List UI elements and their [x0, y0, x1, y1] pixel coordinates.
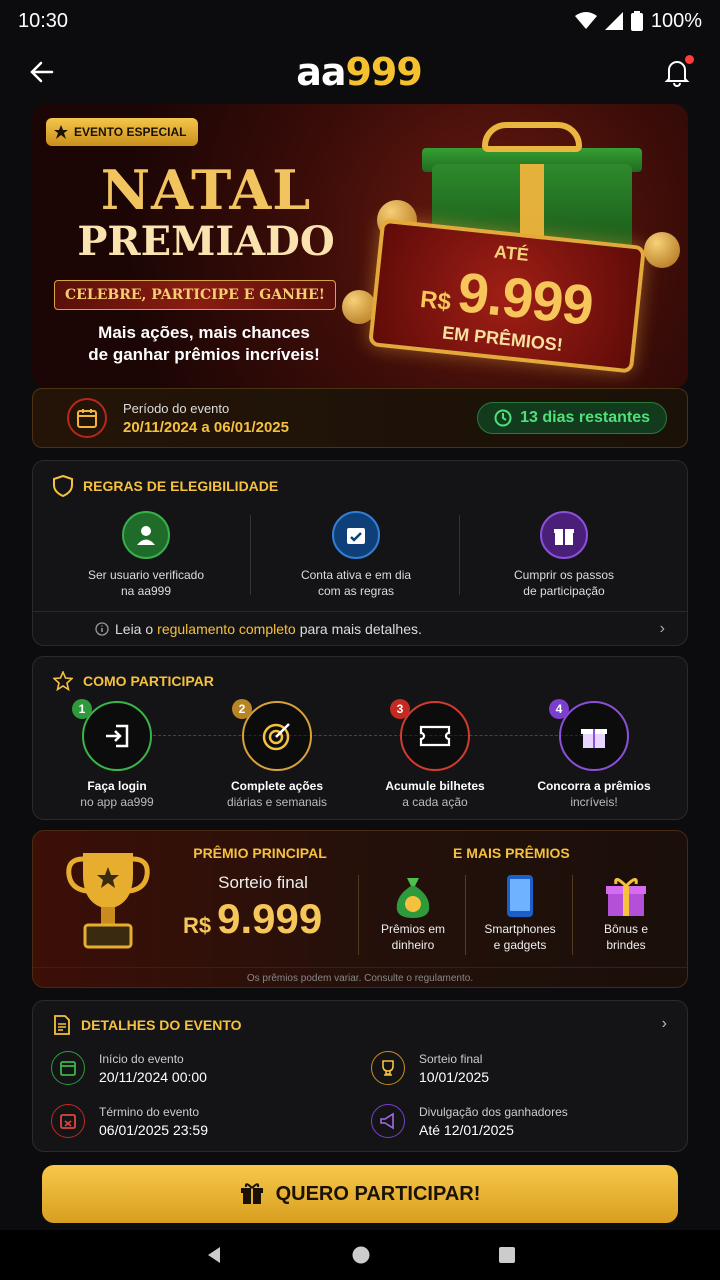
event-details-card[interactable]: DETALHES DO EVENTO › Início do evento 20/…: [32, 1000, 688, 1152]
divider: [572, 875, 573, 955]
calendar-icon: [51, 1051, 85, 1085]
main-prize-title: PRÊMIO PRINCIPAL: [193, 845, 327, 861]
how-to-participate-card: COMO PARTICIPAR 1 Faça login no app aa99…: [32, 656, 688, 820]
special-event-badge: EVENTO ESPECIAL: [46, 118, 199, 146]
trophy-icon: [66, 853, 150, 949]
eligibility-rules-card: REGRAS DE ELEGIBILIDADE Ser usuario veri…: [32, 460, 688, 646]
target-icon: [262, 723, 290, 751]
status-time: 10:30: [18, 9, 69, 32]
prize-note: Os prêmios podem variar. Consulte o regu…: [33, 967, 687, 984]
hero-subtitle: Mais ações, mais chances de ganhar prêmi…: [88, 323, 320, 364]
detail-end: Término do evento 06/01/2025 23:59: [51, 1104, 208, 1138]
ornament-icon: [644, 232, 680, 268]
nav-recents-icon[interactable]: [498, 1246, 516, 1264]
step-login: 1 Faça login no app aa999: [37, 699, 197, 809]
rule-active-account: Conta ativa e em dia com as regras: [251, 511, 461, 599]
app-logo: aa999: [296, 50, 423, 94]
star-icon: [54, 125, 68, 139]
rules-title: REGRAS DE ELEGIBILIDADE: [53, 475, 278, 497]
clock-icon: [494, 409, 512, 427]
step-complete-actions: 2 Complete ações diárias e semanais: [197, 699, 357, 809]
nav-back-icon[interactable]: [204, 1245, 224, 1265]
hero-title-premiado: PREMIADO: [77, 218, 335, 265]
battery-icon: [630, 11, 643, 31]
prize-ticket: ATÉ R$ 9.999 EM PRÊMIOS!: [368, 218, 646, 374]
megaphone-icon: [371, 1104, 405, 1138]
more-prizes-title: E MAIS PRÊMIOS: [453, 845, 570, 861]
prize-bonus: Bônus e brindes: [576, 871, 676, 953]
detail-winners-announce: Divulgação dos ganhadores Até 12/01/2025: [371, 1104, 568, 1138]
participate-button[interactable]: QUERO PARTICIPAR!: [42, 1165, 678, 1223]
trophy-icon: [371, 1051, 405, 1085]
chevron-right-icon[interactable]: ›: [662, 1015, 667, 1033]
user-icon: [122, 511, 170, 559]
system-nav-bar: [0, 1230, 720, 1280]
info-icon: [95, 621, 109, 636]
main-prize-sub: Sorteio final: [218, 873, 308, 892]
main-prize-value: R$ 9.999: [183, 895, 323, 942]
chevron-right-icon: ›: [659, 619, 665, 637]
calendar-icon: [67, 398, 107, 438]
battery-percent: 100%: [650, 9, 702, 32]
calendar-check-icon: [332, 511, 380, 559]
gift-icon: [606, 878, 646, 916]
step-accumulate-tickets: 3 Acumule bilhetes a cada ação: [355, 699, 515, 809]
ticket-icon: [419, 725, 451, 747]
period-dates: 20/11/2024 a 06/01/2025: [123, 418, 289, 436]
star-outline-icon: [53, 671, 73, 691]
document-icon: [54, 1015, 70, 1035]
divider: [358, 875, 359, 955]
divider: [465, 875, 466, 955]
gift-bow: [482, 122, 582, 152]
money-bag-icon: [396, 878, 430, 918]
calendar-x-icon: [51, 1104, 85, 1138]
prize-smartphones: Smartphones e gadgets: [470, 871, 570, 953]
step-compete-prizes: 4 Concorra a prêmios incríveis!: [514, 699, 674, 809]
rules-footer-link[interactable]: Leia o regulamento completo para mais de…: [33, 611, 687, 645]
steps-title: COMO PARTICIPAR: [53, 671, 214, 691]
gift-icon: [540, 511, 588, 559]
notifications-button[interactable]: [662, 55, 694, 87]
login-icon: [106, 724, 129, 748]
main-prize-card: PRÊMIO PRINCIPAL Sorteio final R$ 9.999 E…: [32, 830, 688, 988]
smartphone-icon: [507, 875, 533, 917]
event-period-bar: Período do evento 20/11/2024 a 06/01/202…: [32, 388, 688, 448]
period-label: Período do evento: [123, 400, 230, 416]
prize-cash: Prêmios em dinheiro: [363, 871, 463, 953]
notification-dot: [685, 55, 694, 64]
status-bar: 10:30 100%: [0, 0, 720, 42]
days-remaining-badge: 13 dias restantes: [477, 402, 667, 434]
regulation-link[interactable]: regulamento completo: [157, 621, 296, 637]
hero-ribbon: CELEBRE, PARTICIPE E GANHE!: [54, 280, 336, 310]
app-bar: aa999: [0, 42, 720, 102]
rule-verified-user: Ser usuario verificado na aa999: [41, 511, 251, 599]
shield-icon: [53, 475, 73, 497]
wifi-icon: [574, 12, 597, 29]
detail-start: Início do evento 20/11/2024 00:00: [51, 1051, 207, 1085]
back-arrow-icon[interactable]: [28, 58, 56, 86]
hero-title-natal: NATAL: [100, 158, 312, 222]
signal-icon: [604, 12, 623, 30]
rule-participation-steps: Cumprir os passos de participação: [459, 511, 669, 599]
gift-icon: [581, 729, 607, 748]
gift-icon: [240, 1183, 263, 1204]
status-icons: 100%: [574, 9, 702, 33]
detail-final-draw: Sorteio final 10/01/2025: [371, 1051, 489, 1085]
details-title: DETALHES DO EVENTO: [53, 1015, 242, 1035]
nav-home-icon[interactable]: [351, 1245, 371, 1265]
hero-banner[interactable]: EVENTO ESPECIAL NATAL PREMIADO CELEBRE, …: [32, 104, 688, 388]
